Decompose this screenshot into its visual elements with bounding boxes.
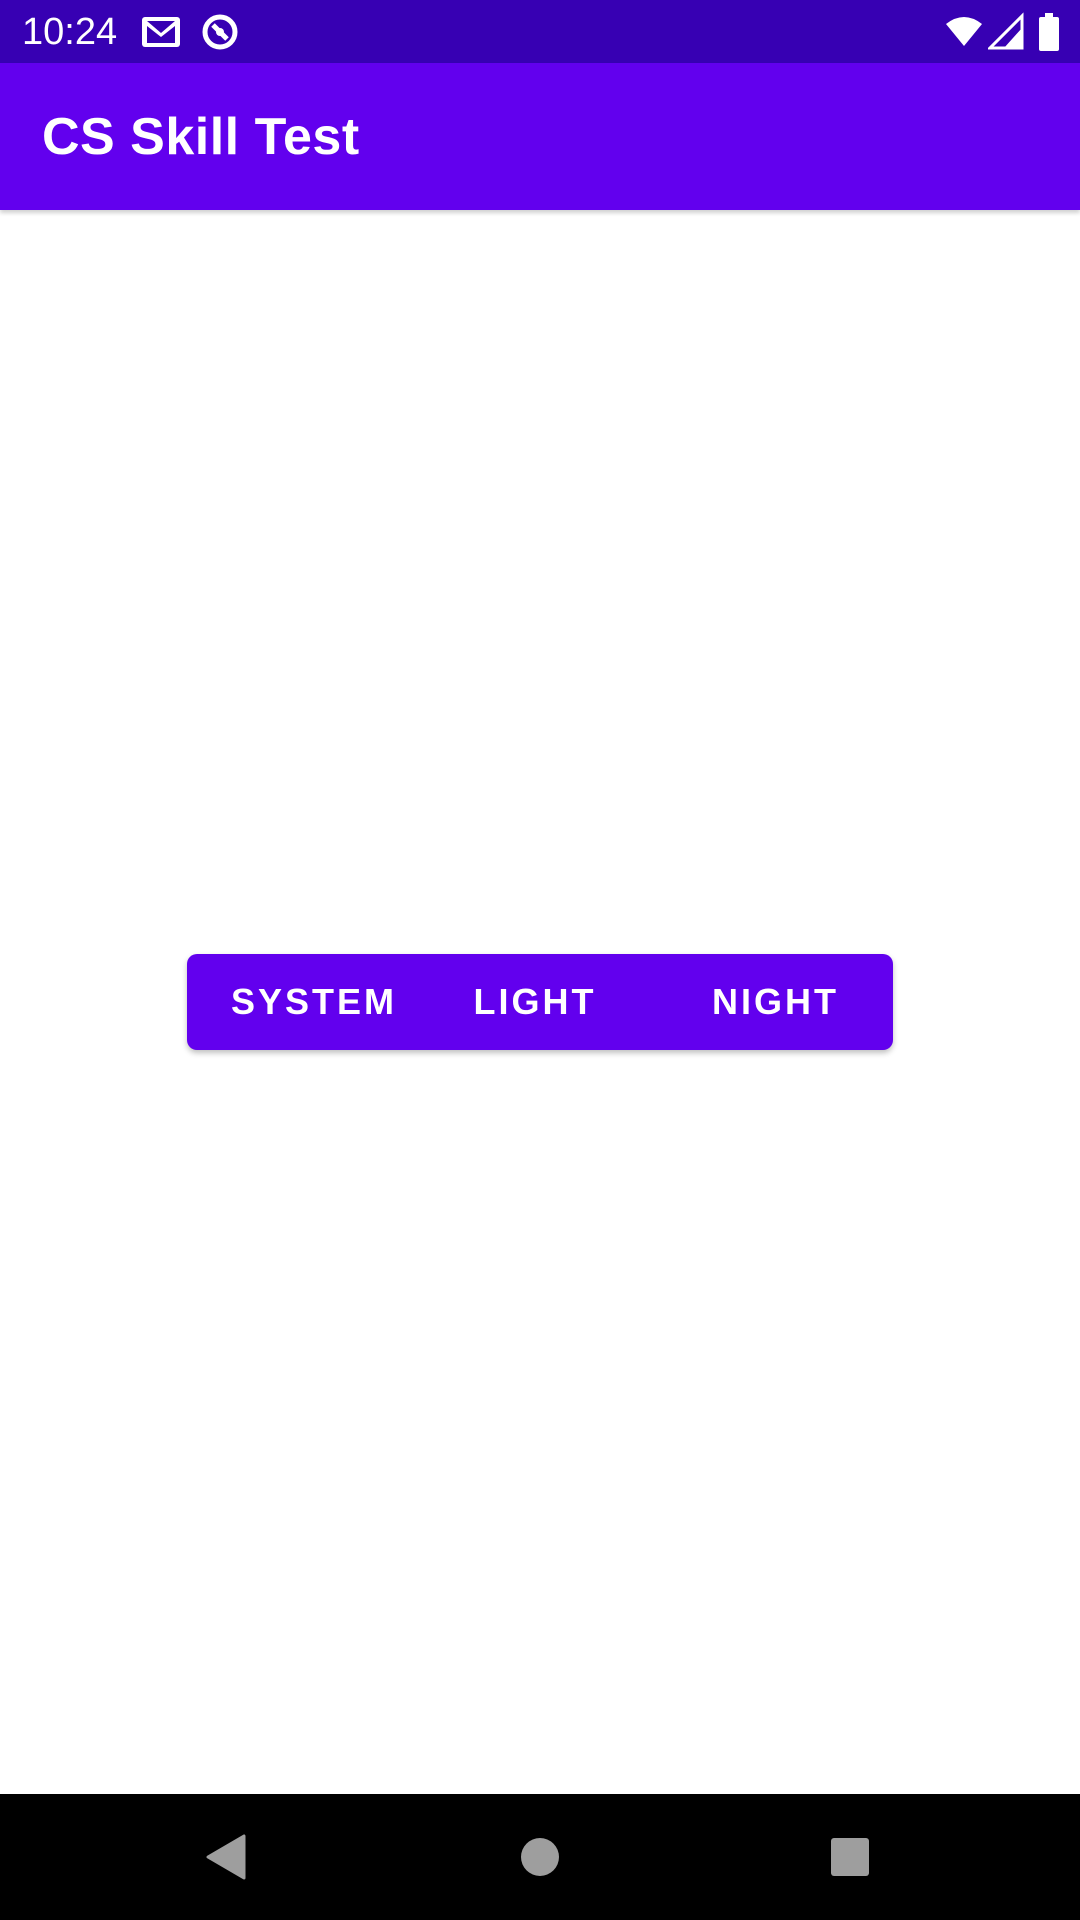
wifi-icon <box>946 17 982 46</box>
back-button[interactable] <box>146 1794 306 1920</box>
system-theme-button[interactable]: SYSTEM <box>187 954 434 1050</box>
back-icon <box>206 1834 246 1880</box>
recents-button[interactable] <box>770 1794 930 1920</box>
night-theme-button[interactable]: NIGHT <box>636 954 893 1050</box>
app-title: CS Skill Test <box>42 108 360 166</box>
navigation-bar <box>0 1794 1080 1920</box>
recents-icon <box>831 1838 869 1876</box>
sync-icon <box>202 14 238 50</box>
light-theme-button[interactable]: LIGHT <box>434 954 637 1050</box>
app-bar: CS Skill Test <box>0 63 1080 210</box>
gmail-icon <box>142 17 180 47</box>
home-icon <box>521 1838 559 1876</box>
theme-toggle-group: SYSTEM LIGHT NIGHT <box>187 954 893 1050</box>
screen: 10:24 CS Skill Test SYSTEM LIGHT NIGHT <box>0 0 1080 1920</box>
cell-signal-icon <box>988 12 1024 50</box>
status-time: 10:24 <box>22 11 118 53</box>
home-button[interactable] <box>460 1794 620 1920</box>
status-bar: 10:24 <box>0 0 1080 63</box>
battery-icon <box>1039 13 1059 51</box>
